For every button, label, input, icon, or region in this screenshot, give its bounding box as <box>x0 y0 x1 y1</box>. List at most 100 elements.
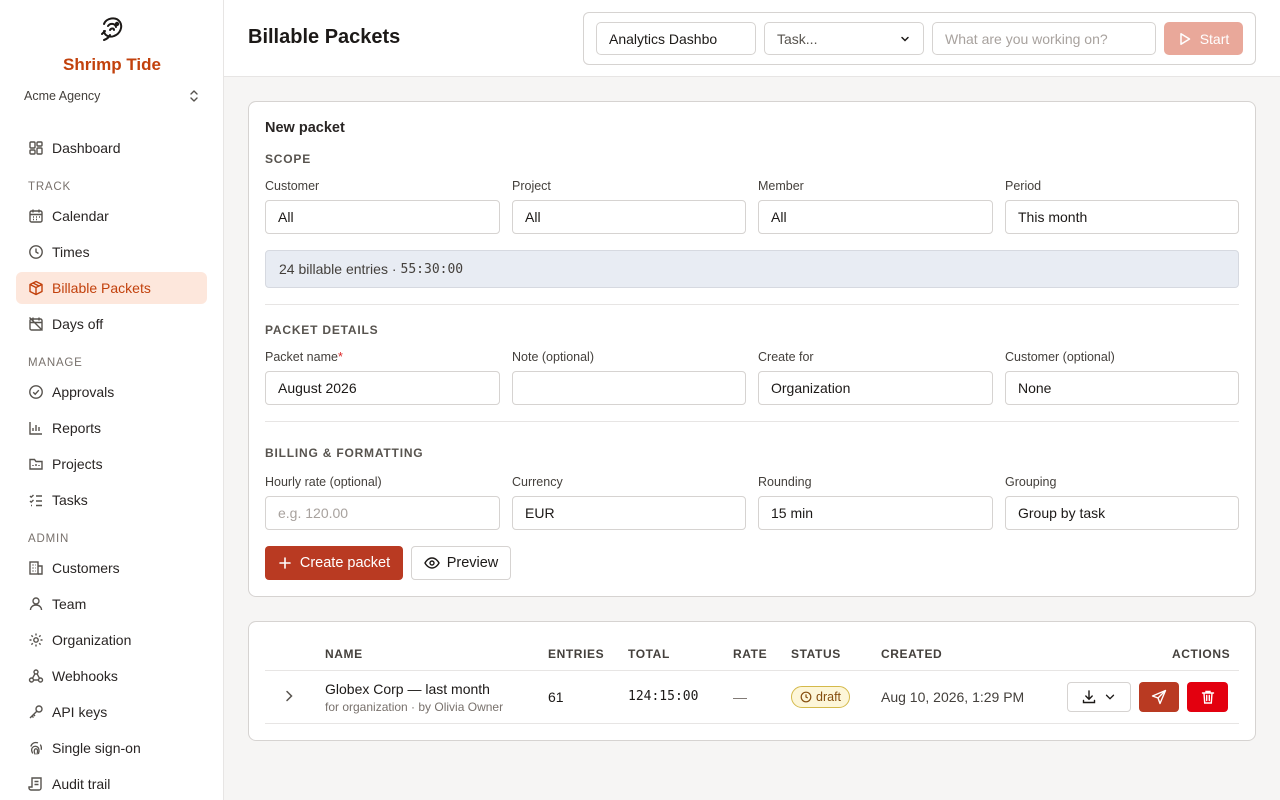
chevron-right-icon[interactable] <box>281 688 297 704</box>
period-label: Period <box>1005 179 1042 193</box>
check-circle-icon <box>28 384 44 400</box>
sidebar-item-label: Audit trail <box>52 776 111 792</box>
delete-button[interactable] <box>1187 682 1228 712</box>
sidebar-item-tasks[interactable]: Tasks <box>16 484 207 516</box>
customer-select[interactable]: All <box>265 200 500 234</box>
packet-name-label: Packet name* <box>265 350 343 364</box>
building-icon <box>28 560 44 576</box>
packet-name-input[interactable] <box>265 371 500 405</box>
sidebar-item-label: Tasks <box>52 492 88 508</box>
grouping-label: Grouping <box>1005 475 1057 489</box>
checklist-icon <box>28 492 44 508</box>
scroll-icon <box>28 776 44 792</box>
sidebar-item-single-sign-on[interactable]: Single sign-on <box>16 732 207 764</box>
download-menu-button[interactable] <box>1067 682 1131 712</box>
packets-table: NAME ENTRIES TOTAL RATE STATUS CREATED A… <box>248 621 1256 741</box>
sidebar-item-days-off[interactable]: Days off <box>16 308 207 340</box>
fingerprint-icon <box>28 740 44 756</box>
sidebar-item-api-keys[interactable]: API keys <box>16 696 207 728</box>
customer-optional-select[interactable]: None <box>1005 371 1239 405</box>
column-header-actions: ACTIONS <box>1172 647 1231 661</box>
packet-name-cell: Globex Corp — last month for organizatio… <box>325 681 503 714</box>
organization-name: Acme Agency <box>24 89 101 103</box>
summary-duration: 55:30:00 <box>400 261 464 277</box>
create-for-label: Create for <box>758 350 814 364</box>
divider <box>265 304 1239 305</box>
sidebar-item-approvals[interactable]: Approvals <box>16 376 207 408</box>
column-header-entries: ENTRIES <box>548 647 605 661</box>
sidebar-item-audit-trail[interactable]: Audit trail <box>16 768 207 800</box>
timer-description-input[interactable] <box>932 22 1156 55</box>
rounding-select[interactable]: 15 min <box>758 496 993 530</box>
timer-task-select[interactable]: Task... <box>764 22 924 55</box>
project-select[interactable]: All <box>512 200 746 234</box>
chevron-down-icon <box>1105 694 1115 700</box>
sidebar-item-label: Days off <box>52 316 104 332</box>
gear-icon <box>28 632 44 648</box>
sidebar-item-label: Single sign-on <box>52 740 141 756</box>
hourly-rate-input[interactable] <box>265 496 500 530</box>
status-badge: draft <box>791 686 851 708</box>
preview-label: Preview <box>446 555 499 571</box>
package-icon <box>28 280 44 296</box>
preview-button[interactable]: Preview <box>411 546 511 580</box>
sidebar-item-label: Calendar <box>52 208 109 224</box>
currency-label: Currency <box>512 475 563 489</box>
column-header-status: STATUS <box>791 647 841 661</box>
summary-text: 24 billable entries · <box>279 261 397 277</box>
trash-icon <box>1201 690 1214 704</box>
clock-icon <box>800 691 812 703</box>
currency-select[interactable]: EUR <box>512 496 746 530</box>
sidebar-item-label: Projects <box>52 456 103 472</box>
create-packet-button[interactable]: Create packet <box>265 546 403 580</box>
member-select[interactable]: All <box>758 200 993 234</box>
sidebar-item-webhooks[interactable]: Webhooks <box>16 660 207 692</box>
timer-start-button[interactable]: Start <box>1164 22 1243 55</box>
timer-project-input[interactable] <box>596 22 756 55</box>
scope-heading: SCOPE <box>265 152 312 166</box>
packet-total: 124:15:00 <box>628 689 699 704</box>
play-icon <box>1179 32 1190 45</box>
chevron-up-down-icon <box>190 90 198 102</box>
packet-name: Globex Corp — last month <box>325 681 490 697</box>
sidebar-item-calendar[interactable]: Calendar <box>16 200 207 232</box>
sidebar-item-team[interactable]: Team <box>16 588 207 620</box>
section-label-track: TRACK <box>28 181 71 193</box>
sidebar-item-projects[interactable]: Projects <box>16 448 207 480</box>
sidebar-item-dashboard[interactable]: Dashboard <box>16 132 207 164</box>
eye-icon <box>423 557 440 569</box>
create-for-select[interactable]: Organization <box>758 371 993 405</box>
sidebar-item-organization[interactable]: Organization <box>16 624 207 656</box>
sidebar-item-label: Customers <box>52 560 120 576</box>
section-label-manage: MANAGE <box>28 357 83 369</box>
clock-icon <box>28 244 44 260</box>
billing-heading: BILLING & FORMATTING <box>265 446 424 460</box>
sidebar-item-label: Reports <box>52 420 102 436</box>
organization-switcher[interactable]: Acme Agency <box>16 84 208 108</box>
rounding-label: Rounding <box>758 475 812 489</box>
divider <box>265 670 1239 671</box>
divider <box>265 723 1239 724</box>
send-button[interactable] <box>1139 682 1179 712</box>
column-header-total: TOTAL <box>628 647 670 661</box>
timer-task-label: Task... <box>777 30 818 47</box>
grouping-select[interactable]: Group by task <box>1005 496 1239 530</box>
sidebar-item-customers[interactable]: Customers <box>16 552 207 584</box>
new-packet-title: New packet <box>265 120 345 136</box>
sidebar-item-reports[interactable]: Reports <box>16 412 207 444</box>
period-select[interactable]: This month <box>1005 200 1239 234</box>
hourly-rate-label: Hourly rate (optional) <box>265 475 382 489</box>
chevron-down-icon <box>901 36 909 42</box>
start-label: Start <box>1199 30 1230 47</box>
sidebar-item-label: API keys <box>52 704 108 720</box>
sidebar-item-label: Team <box>52 596 87 612</box>
folder-icon <box>28 456 44 472</box>
create-packet-label: Create packet <box>299 555 391 571</box>
plus-icon <box>279 557 291 569</box>
sidebar-item-label: Webhooks <box>52 668 118 684</box>
dashboard-icon <box>28 140 44 156</box>
sidebar-item-billable-packets[interactable]: Billable Packets <box>16 272 207 304</box>
sidebar-item-times[interactable]: Times <box>16 236 207 268</box>
member-label: Member <box>758 179 804 193</box>
note-input[interactable] <box>512 371 746 405</box>
